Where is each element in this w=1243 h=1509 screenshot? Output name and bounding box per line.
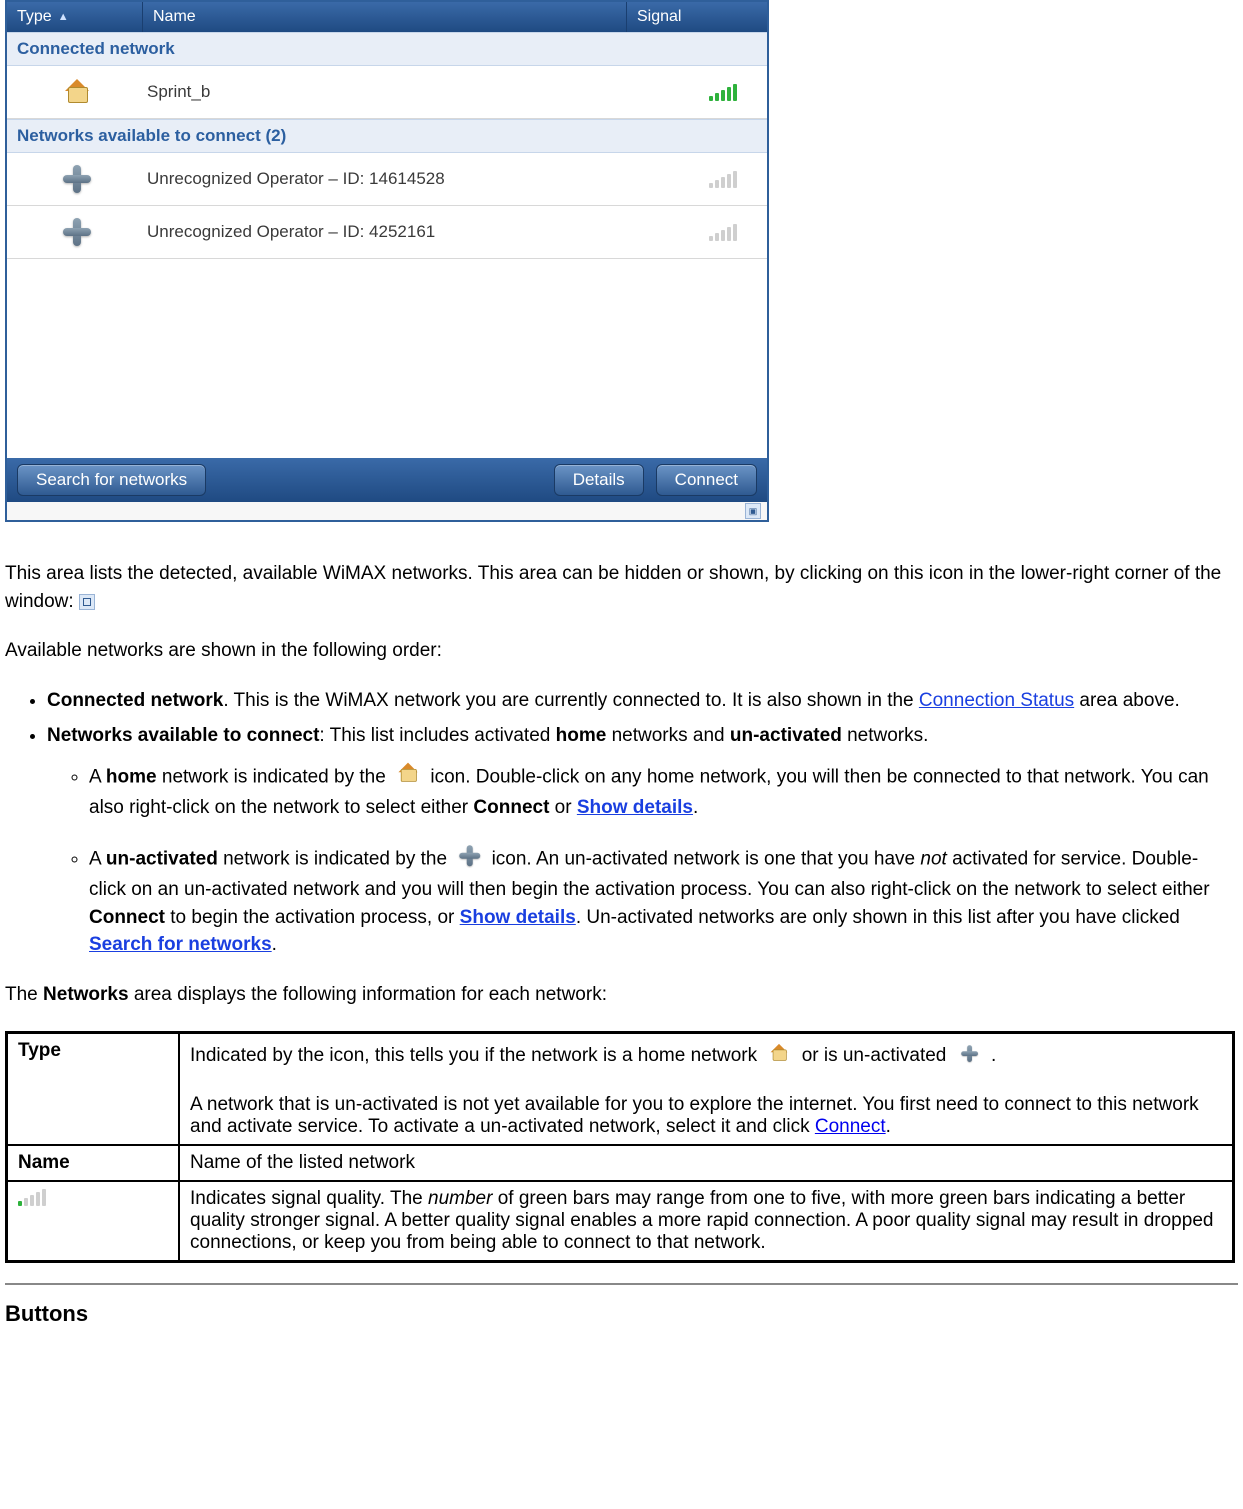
column-header-name[interactable]: Name xyxy=(143,2,627,32)
paragraph: The Networks area displays the following… xyxy=(5,981,1235,1009)
section-divider xyxy=(5,1283,1238,1285)
connection-status-link[interactable]: Connection Status xyxy=(919,690,1074,711)
connect-link[interactable]: Connect xyxy=(815,1116,886,1137)
column-header-name-label: Name xyxy=(153,8,196,26)
network-info-table: Type Indicated by the icon, this tells y… xyxy=(5,1031,1235,1263)
table-cell: Name of the listed network xyxy=(179,1145,1234,1181)
document-body: This area lists the detected, available … xyxy=(0,536,1243,1009)
network-row-available[interactable]: Unrecognized Operator – ID: 4252161 xyxy=(7,206,767,259)
table-row: Indicates signal quality. The number of … xyxy=(7,1181,1234,1262)
home-network-icon xyxy=(7,79,147,105)
network-name: Unrecognized Operator – ID: 14614528 xyxy=(147,169,693,189)
network-name: Unrecognized Operator – ID: 4252161 xyxy=(147,222,693,242)
panel-footer: Search for networks Details Connect xyxy=(7,458,767,502)
networks-column-header: Type ▲ Name Signal xyxy=(7,2,767,32)
network-row-connected[interactable]: Sprint_b xyxy=(7,66,767,119)
section-connected-network: Connected network xyxy=(7,32,767,66)
table-header-type: Type xyxy=(7,1032,180,1145)
table-row: Name Name of the listed network xyxy=(7,1145,1234,1181)
list-item: A home network is indicated by the icon.… xyxy=(89,760,1235,822)
signal-strength-icon xyxy=(693,83,753,101)
unactivated-network-icon xyxy=(7,218,147,246)
panel-corner: ▣ xyxy=(7,502,767,520)
toggle-panel-icon xyxy=(79,594,95,610)
table-header-name: Name xyxy=(7,1145,180,1181)
show-details-link[interactable]: Show details xyxy=(577,797,693,818)
show-details-link[interactable]: Show details xyxy=(460,907,576,928)
signal-strength-icon xyxy=(693,170,753,188)
section-available-networks: Networks available to connect (2) xyxy=(7,119,767,153)
network-name: Sprint_b xyxy=(147,82,693,102)
list-item: Networks available to connect: This list… xyxy=(47,722,1235,959)
list-item: A un-activated network is indicated by t… xyxy=(89,842,1235,959)
buttons-heading: Buttons xyxy=(0,1301,1243,1327)
toggle-panel-icon[interactable]: ▣ xyxy=(745,503,761,519)
sort-ascending-icon: ▲ xyxy=(58,11,69,23)
unactivated-network-icon xyxy=(956,1040,982,1072)
search-for-networks-button[interactable]: Search for networks xyxy=(17,464,206,496)
column-header-type-label: Type xyxy=(17,8,52,26)
details-button[interactable]: Details xyxy=(554,464,644,496)
table-cell: Indicates signal quality. The number of … xyxy=(179,1181,1234,1262)
connect-button[interactable]: Connect xyxy=(656,464,757,496)
home-network-icon xyxy=(766,1040,792,1072)
available-networks-list: Unrecognized Operator – ID: 14614528 Unr… xyxy=(7,153,767,458)
table-row: Type Indicated by the icon, this tells y… xyxy=(7,1032,1234,1145)
column-header-signal-label: Signal xyxy=(637,8,681,26)
unactivated-network-icon xyxy=(456,842,482,877)
signal-strength-icon xyxy=(693,223,753,241)
order-list: Connected network. This is the WiMAX net… xyxy=(5,687,1235,959)
network-row-available[interactable]: Unrecognized Operator – ID: 14614528 xyxy=(7,153,767,206)
paragraph: Available networks are shown in the foll… xyxy=(5,637,1235,665)
paragraph: This area lists the detected, available … xyxy=(5,560,1235,615)
list-item: Connected network. This is the WiMAX net… xyxy=(47,687,1235,715)
search-for-networks-link[interactable]: Search for networks xyxy=(89,934,272,955)
unactivated-network-icon xyxy=(7,165,147,193)
home-network-icon xyxy=(395,760,421,795)
networks-panel: Type ▲ Name Signal Connected network Spr… xyxy=(5,0,769,522)
table-header-signal xyxy=(7,1181,180,1262)
column-header-signal[interactable]: Signal xyxy=(627,2,767,32)
table-cell: Indicated by the icon, this tells you if… xyxy=(179,1032,1234,1145)
column-header-type[interactable]: Type ▲ xyxy=(7,2,143,32)
signal-bars-icon xyxy=(18,1188,46,1206)
